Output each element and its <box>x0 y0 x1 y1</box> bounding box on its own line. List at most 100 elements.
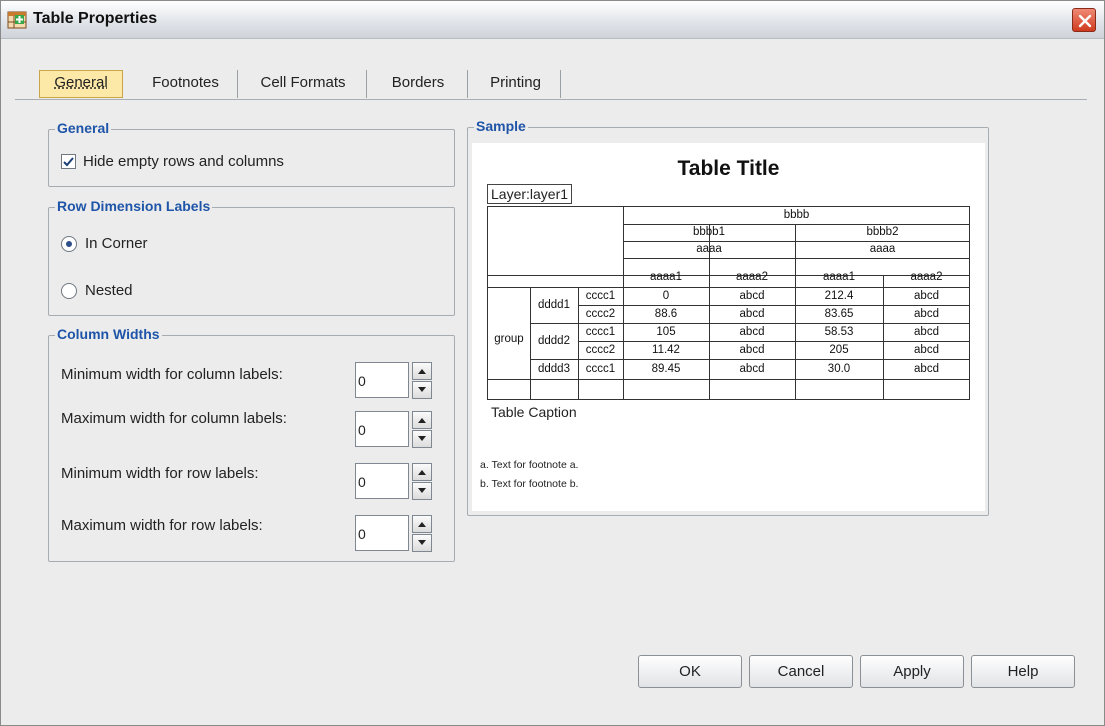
general-group: General Hide empty rows and columns <box>48 120 455 187</box>
tab-divider <box>15 99 1087 100</box>
arrow-up-icon <box>418 369 426 374</box>
header-cell: aaaa2 <box>736 271 768 283</box>
header-cell: aaaa <box>696 243 722 255</box>
arrow-up-icon <box>418 522 426 527</box>
table-cell: abcd <box>914 308 939 320</box>
table-cell: 88.6 <box>654 308 678 320</box>
table-properties-dialog: Table Properties General Footnotes Cell … <box>0 0 1105 726</box>
max-col-width-label: Maximum width for column labels: <box>61 410 287 427</box>
general-legend: General <box>55 120 112 136</box>
min-col-width-label: Minimum width for column labels: <box>61 366 283 383</box>
help-button[interactable]: Help <box>971 655 1075 688</box>
table-cell: 58.53 <box>824 326 854 338</box>
header-cell: aaaa <box>869 243 896 255</box>
table-line <box>623 258 970 259</box>
arrow-down-icon <box>418 488 426 493</box>
sample-table-title: Table Title <box>677 157 780 180</box>
window-title: Table Properties <box>33 10 158 27</box>
row-label: dddd3 <box>538 363 570 375</box>
min-row-width-input[interactable]: 0 <box>355 463 409 499</box>
table-cell: abcd <box>739 363 765 375</box>
sample-layer-label: Layer:layer1 <box>487 184 573 204</box>
header-cell: bbbb1 <box>693 226 725 238</box>
min-row-width-label: Minimum width for row labels: <box>61 465 259 482</box>
spin-up-button[interactable] <box>412 411 432 429</box>
table-line <box>530 359 970 360</box>
sample-footnote: a. Text for footnote a. <box>480 459 579 471</box>
spin-up-button[interactable] <box>412 463 432 481</box>
tab-cell-formats[interactable]: Cell Formats <box>240 70 367 98</box>
hide-empty-checkbox[interactable] <box>61 154 76 169</box>
sample-table-caption: Table Caption <box>491 404 577 420</box>
max-row-width-spinner[interactable]: 0 <box>355 513 435 552</box>
table-cell: abcd <box>914 344 939 356</box>
table-properties-icon <box>7 11 27 29</box>
table-cell: abcd <box>914 290 939 302</box>
spin-down-button[interactable] <box>412 430 432 448</box>
table-cell: abcd <box>914 363 939 375</box>
sample-preview: Table Title Layer:layer1 bbbb bbbb1 bbbb… <box>472 143 985 511</box>
close-icon <box>1078 14 1092 28</box>
max-col-width-spinner[interactable]: 0 <box>355 409 435 448</box>
arrow-up-icon <box>418 418 426 423</box>
radio-selected-dot <box>66 240 72 247</box>
checkmark-icon <box>63 157 74 167</box>
radio-in-corner-button[interactable] <box>61 235 77 252</box>
min-col-width-spinner[interactable]: 0 <box>355 360 435 399</box>
row-label: cccc1 <box>585 363 616 375</box>
min-col-width-input[interactable]: 0 <box>355 362 409 398</box>
cancel-button[interactable]: Cancel <box>749 655 853 688</box>
arrow-down-icon <box>418 436 426 441</box>
header-cell: aaaa1 <box>823 271 855 283</box>
table-line <box>488 379 970 380</box>
row-label: cccc2 <box>585 308 616 320</box>
tab-footnotes[interactable]: Footnotes <box>134 70 238 98</box>
header-cell: bbbb2 <box>866 226 899 238</box>
row-label: dddd2 <box>538 335 570 347</box>
header-cell: aaaa1 <box>650 271 682 283</box>
sample-legend: Sample <box>474 118 528 134</box>
tab-printing[interactable]: Printing <box>471 70 561 98</box>
table-cell: 105 <box>656 326 676 338</box>
ok-button[interactable]: OK <box>638 655 742 688</box>
spin-down-button[interactable] <box>412 534 432 552</box>
arrow-down-icon <box>418 387 426 392</box>
spin-down-button[interactable] <box>412 482 432 500</box>
table-cell: 0 <box>662 290 670 302</box>
radio-nested[interactable]: Nested <box>61 282 133 299</box>
row-label: dddd1 <box>538 299 570 311</box>
row-label: cccc1 <box>585 290 616 302</box>
header-cell: bbbb <box>783 209 810 221</box>
max-row-width-input[interactable]: 0 <box>355 515 409 551</box>
row-dimension-labels-legend: Row Dimension Labels <box>55 198 213 214</box>
arrow-up-icon <box>418 470 426 475</box>
max-row-width-label: Maximum width for row labels: <box>61 517 263 534</box>
close-button[interactable] <box>1072 8 1096 32</box>
table-cell: 89.45 <box>651 363 681 375</box>
radio-nested-button[interactable] <box>61 282 77 299</box>
sample-footnote: b. Text for footnote b. <box>480 478 579 490</box>
header-cell: aaaa2 <box>910 271 943 283</box>
hide-empty-label: Hide empty rows and columns <box>83 153 284 170</box>
tab-borders[interactable]: Borders <box>369 70 468 98</box>
title-bar[interactable]: Table Properties <box>1 1 1104 39</box>
spin-down-button[interactable] <box>412 381 432 399</box>
table-cell: 30.0 <box>827 363 851 375</box>
column-widths-group: Column Widths Minimum width for column l… <box>48 326 455 562</box>
row-dimension-labels-group: Row Dimension Labels In Corner Nested <box>48 198 455 316</box>
apply-button[interactable]: Apply <box>860 655 964 688</box>
radio-in-corner[interactable]: In Corner <box>61 235 148 252</box>
max-col-width-input[interactable]: 0 <box>355 411 409 447</box>
min-row-width-spinner[interactable]: 0 <box>355 461 435 500</box>
row-label: cccc1 <box>585 326 616 338</box>
table-cell: 83.65 <box>824 308 854 320</box>
column-widths-legend: Column Widths <box>55 326 162 342</box>
hide-empty-option[interactable]: Hide empty rows and columns <box>61 153 284 170</box>
table-cell: abcd <box>739 344 765 356</box>
spin-up-button[interactable] <box>412 362 432 380</box>
radio-nested-label: Nested <box>85 282 133 299</box>
tab-general[interactable]: General <box>39 70 123 98</box>
sample-table: bbbb bbbb1 bbbb2 aaaa aaaa aaaa1 aaaa2 a… <box>487 206 970 400</box>
spin-up-button[interactable] <box>412 515 432 533</box>
table-cell: abcd <box>739 326 765 338</box>
